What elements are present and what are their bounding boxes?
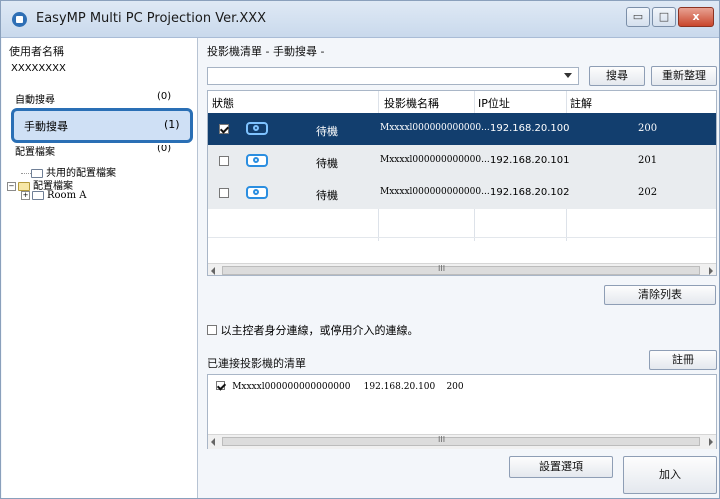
row-status: 待機 [316, 157, 338, 170]
scroll-thumb[interactable] [222, 266, 700, 275]
title-bar: EasyMP Multi PC Projection Ver.XXX ▭ □ x [1, 1, 719, 38]
row-note: 200 [638, 123, 658, 134]
column-name[interactable]: 投影機名稱 [384, 95, 439, 111]
nav-count: (0) [157, 145, 172, 154]
settings-button[interactable]: 設置選項 [509, 456, 613, 478]
nav-item-profile[interactable]: 配置檔案 (0) [7, 145, 192, 159]
tree-item-room-a[interactable]: + Room A [7, 190, 116, 203]
folder-icon [32, 190, 44, 200]
tree-line [21, 172, 31, 174]
tree-item-profile[interactable]: − 配置檔案 [7, 177, 116, 192]
maximize-button[interactable]: □ [652, 7, 676, 27]
nav-count: (1) [164, 118, 180, 131]
user-name-value: XXXXXXXX [11, 63, 66, 74]
tree-item-shared-profile[interactable]: 共用的配置檔案 [7, 164, 116, 179]
row-ip: 192.168.20.102 [490, 187, 570, 198]
projector-icon [246, 122, 268, 135]
projector-list-header: 投影機清單 - 手動搜尋 - [207, 45, 325, 58]
column-ip[interactable]: IP位址 [478, 95, 510, 111]
connected-note: 200 [446, 382, 464, 392]
scroll-grip: III [438, 264, 446, 273]
row-name: Mxxxxl000000000000... [380, 155, 490, 165]
row-divider [208, 237, 716, 238]
search-button[interactable]: 搜尋 [589, 66, 645, 86]
row-name: Mxxxxl000000000000... [380, 123, 490, 133]
row-status: 待機 [316, 189, 338, 202]
connected-projectors-label: 已連接投影機的清單 [207, 357, 306, 370]
user-name-field[interactable]: XXXXXXXX [7, 58, 190, 78]
close-button[interactable]: x [678, 7, 714, 27]
row-status: 待機 [316, 125, 338, 138]
minimize-button[interactable]: ▭ [626, 7, 650, 27]
nav-label: 配置檔案 [15, 147, 55, 158]
app-icon [12, 12, 27, 27]
nav-item-manual-search[interactable]: 手動搜尋 (1) [11, 108, 193, 143]
nav-item-auto-search[interactable]: 自動搜尋 (0) [7, 87, 192, 109]
scroll-right-icon[interactable] [709, 438, 713, 446]
list-item[interactable]: Mxxxxl000000000000000 192.168.20.100 200 [216, 380, 464, 392]
register-button[interactable]: 註冊 [649, 350, 717, 370]
scroll-left-icon[interactable] [211, 267, 215, 275]
column-status[interactable]: 狀態 [212, 95, 234, 111]
search-address-combobox[interactable] [207, 67, 579, 85]
nav-label: 自動搜尋 [15, 95, 55, 106]
column-note[interactable]: 註解 [570, 95, 592, 111]
horizontal-scrollbar[interactable]: III [208, 434, 716, 449]
refresh-button[interactable]: 重新整理 [651, 66, 717, 86]
scroll-left-icon[interactable] [211, 438, 215, 446]
scroll-right-icon[interactable] [709, 267, 713, 275]
nav-count: (0) [157, 91, 172, 102]
user-name-label: 使用者名稱 [9, 45, 64, 58]
row-checkbox[interactable] [219, 188, 229, 198]
clear-list-button[interactable]: 清除列表 [604, 285, 716, 305]
row-ip: 192.168.20.100 [490, 123, 570, 134]
dropdown-arrow-icon[interactable] [564, 73, 572, 78]
projector-icon [246, 186, 268, 199]
row-checkbox[interactable] [219, 156, 229, 166]
scroll-thumb[interactable] [222, 437, 700, 446]
window-title: EasyMP Multi PC Projection Ver.XXX [36, 11, 267, 26]
projector-icon [246, 154, 268, 167]
row-name: Mxxxxl000000000000... [380, 187, 490, 197]
host-checkbox-label: 以主控者身分連線，或停用介入的連線。 [220, 324, 419, 337]
expand-icon[interactable]: + [21, 190, 30, 200]
table-row[interactable]: 待機 Mxxxxl000000000000... 192.168.20.102 … [208, 177, 716, 209]
table-row[interactable]: 待機 Mxxxxl000000000000... 192.168.20.100 … [208, 113, 716, 145]
host-checkbox[interactable] [207, 325, 217, 335]
projector-table: 狀態 投影機名稱 IP位址 註解 待機 Mxxxxl000000000000..… [207, 90, 717, 276]
row-ip: 192.168.20.101 [490, 155, 570, 166]
row-note: 201 [638, 155, 658, 166]
scroll-grip: III [438, 435, 446, 444]
connected-checkbox[interactable] [216, 381, 225, 390]
join-button[interactable]: 加入 [623, 456, 717, 494]
app-window: EasyMP Multi PC Projection Ver.XXX ▭ □ x… [0, 0, 720, 499]
table-row[interactable]: 待機 Mxxxxl000000000000... 192.168.20.101 … [208, 145, 716, 177]
profile-tree: 共用的配置檔案 − 配置檔案 + Room A [7, 164, 116, 203]
connected-ip: 192.168.20.100 [363, 382, 436, 392]
host-connection-option[interactable]: 以主控者身分連線，或停用介入的連線。 [207, 322, 419, 338]
connected-name: Mxxxxl000000000000000 [232, 382, 351, 392]
row-note: 202 [638, 187, 658, 198]
tree-label: Room A [47, 190, 87, 201]
horizontal-scrollbar[interactable]: III [208, 263, 716, 275]
connected-projector-list: Mxxxxl000000000000000 192.168.20.100 200… [207, 374, 717, 449]
nav-label: 手動搜尋 [24, 120, 68, 133]
table-header: 狀態 投影機名稱 IP位址 註解 [208, 91, 716, 114]
row-checkbox[interactable] [219, 124, 229, 134]
